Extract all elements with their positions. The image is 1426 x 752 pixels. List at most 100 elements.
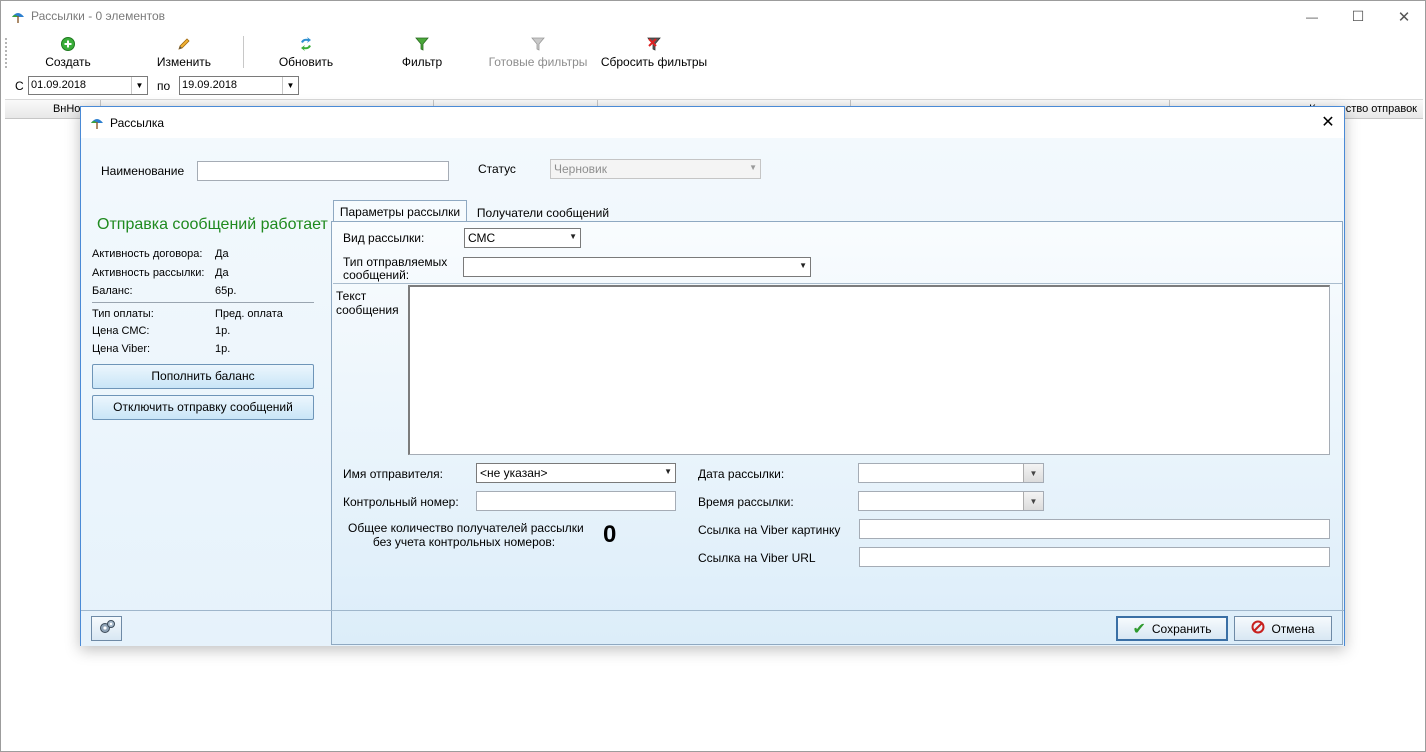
message-text-label-line2: сообщения (336, 303, 399, 317)
chevron-down-icon[interactable]: ▼ (1023, 492, 1043, 510)
date-to-label: по (157, 79, 171, 93)
date-range-bar: С 01.09.2018 ▼ по 19.09.2018 ▼ (1, 74, 1425, 98)
status-value: Черновик (554, 162, 607, 176)
close-icon: ✕ (1321, 114, 1335, 131)
toolbar-grip[interactable] (5, 38, 7, 68)
filter-button[interactable]: Фильтр (395, 34, 449, 72)
viber-url-label: Ссылка на Viber URL (698, 551, 816, 565)
topup-balance-button[interactable]: Пополнить баланс (92, 364, 314, 389)
viber-url-input[interactable] (859, 547, 1330, 567)
app-umbrella-icon (90, 116, 104, 130)
sms-price-value: 1р. (215, 325, 231, 337)
sender-name-select[interactable]: <не указан> ▼ (476, 463, 676, 483)
viber-price-label: Цена Viber: (92, 343, 151, 355)
mailing-dialog: Рассылка ✕ Наименование Статус Черновик … (80, 106, 1345, 646)
mailing-time-label: Время рассылки: (698, 495, 794, 509)
recipients-count-value: 0 (603, 521, 617, 548)
cancel-label: Отмена (1271, 621, 1315, 636)
mailing-time-picker[interactable]: ▼ (858, 491, 1044, 511)
tab-panel-parameters: Вид рассылки: СМС ▼ Тип отправляемых соо… (331, 221, 1343, 645)
gears-icon (98, 619, 116, 638)
sender-name-value: <не указан> (480, 466, 548, 480)
date-to-picker[interactable]: 19.09.2018 ▼ (179, 76, 299, 95)
ready-filters-funnel-icon (530, 36, 546, 52)
filter-label: Фильтр (401, 55, 443, 69)
control-number-label: Контрольный номер: (343, 495, 459, 509)
mailing-date-picker[interactable]: ▼ (858, 463, 1044, 483)
service-status-title: Отправка сообщений работает (97, 216, 328, 233)
control-number-input[interactable] (476, 491, 676, 511)
viber-image-link-label: Ссылка на Viber картинку (698, 523, 841, 537)
pencil-icon (176, 36, 192, 52)
message-text-area[interactable] (408, 285, 1330, 455)
create-button[interactable]: Создать (37, 34, 99, 72)
divider (92, 302, 314, 303)
save-button[interactable]: ✔ Сохранить (1116, 616, 1228, 641)
name-label: Наименование (101, 164, 185, 178)
date-from-value: 01.09.2018 (31, 79, 87, 91)
footer-divider (81, 610, 1344, 611)
reset-filter-icon (646, 36, 662, 52)
dialog-title: Рассылка (110, 116, 165, 130)
date-to-value: 19.09.2018 (182, 79, 238, 91)
message-text-label-line1: Текст (336, 289, 367, 303)
message-type-select[interactable]: ▼ (463, 257, 811, 277)
mailing-type-label: Вид рассылки: (343, 231, 425, 245)
date-from-label: С (15, 79, 24, 93)
chevron-down-icon: ▼ (749, 163, 757, 172)
title-bar: Рассылки - 0 элементов — ☐ ✕ (1, 1, 1425, 32)
balance-value: 65р. (215, 285, 237, 297)
dialog-body: Наименование Статус Черновик ▼ Отправка … (81, 138, 1344, 646)
recipients-count-label-line1: Общее количество получателей рассылки (348, 521, 584, 535)
toolbar-separator (243, 36, 244, 68)
balance-label: Баланс: (92, 285, 133, 297)
settings-button[interactable] (91, 616, 122, 641)
maximize-button[interactable]: ☐ (1335, 1, 1381, 32)
status-label: Статус (478, 162, 516, 176)
toolbar: Создать Изменить Обновить Фильтр Готовые… (1, 32, 1425, 74)
check-icon: ✔ (1132, 620, 1146, 638)
date-from-picker[interactable]: 01.09.2018 ▼ (28, 76, 148, 95)
sender-name-label: Имя отправителя: (343, 467, 444, 481)
status-select[interactable]: Черновик ▼ (550, 159, 761, 179)
mailing-type-value: СМС (468, 231, 496, 245)
contract-activity-value: Да (215, 248, 229, 260)
add-icon (60, 36, 76, 52)
window-title: Рассылки - 0 элементов (31, 9, 166, 23)
refresh-button[interactable]: Обновить (273, 34, 339, 72)
dialog-close-button[interactable]: ✕ (1318, 112, 1338, 132)
filter-funnel-icon (414, 36, 430, 52)
mailing-activity-label: Активность рассылки: (92, 267, 205, 279)
cancel-button[interactable]: Отмена (1234, 616, 1332, 641)
name-input[interactable] (197, 161, 449, 181)
ready-filters-button[interactable]: Готовые фильтры (485, 34, 591, 72)
reset-filters-label: Сбросить фильтры (600, 55, 708, 69)
payment-type-label: Тип оплаты: (92, 308, 154, 320)
contract-activity-label: Активность договора: (92, 248, 203, 260)
minimize-button[interactable]: — (1289, 1, 1335, 32)
mailing-activity-value: Да (215, 267, 229, 279)
tab-mailing-parameters[interactable]: Параметры рассылки (333, 200, 467, 222)
message-type-label-line1: Тип отправляемых (343, 255, 448, 269)
viber-image-link-input[interactable] (859, 519, 1330, 539)
viber-price-value: 1р. (215, 343, 231, 355)
reset-filters-button[interactable]: Сбросить фильтры (599, 34, 709, 72)
create-label: Создать (45, 55, 91, 69)
chevron-down-icon: ▼ (664, 467, 672, 476)
chevron-down-icon[interactable]: ▼ (282, 77, 298, 94)
disable-sending-button[interactable]: Отключить отправку сообщений (92, 395, 314, 420)
cancel-icon (1251, 620, 1265, 637)
ready-filters-label: Готовые фильтры (488, 55, 588, 69)
recipients-count-label-line2: без учета контрольных номеров: (372, 535, 556, 549)
mailing-type-select[interactable]: СМС ▼ (464, 228, 581, 248)
close-button[interactable]: ✕ (1381, 1, 1426, 32)
payment-type-value: Пред. оплата (215, 308, 283, 320)
chevron-down-icon[interactable]: ▼ (1023, 464, 1043, 482)
chevron-down-icon[interactable]: ▼ (131, 77, 147, 94)
save-label: Сохранить (1151, 621, 1212, 636)
dialog-title-bar: Рассылка ✕ (81, 107, 1344, 138)
edit-button[interactable]: Изменить (151, 34, 217, 72)
app-umbrella-icon (11, 10, 25, 24)
message-type-label-line2: сообщений: (343, 268, 410, 282)
chevron-down-icon: ▼ (569, 232, 577, 241)
